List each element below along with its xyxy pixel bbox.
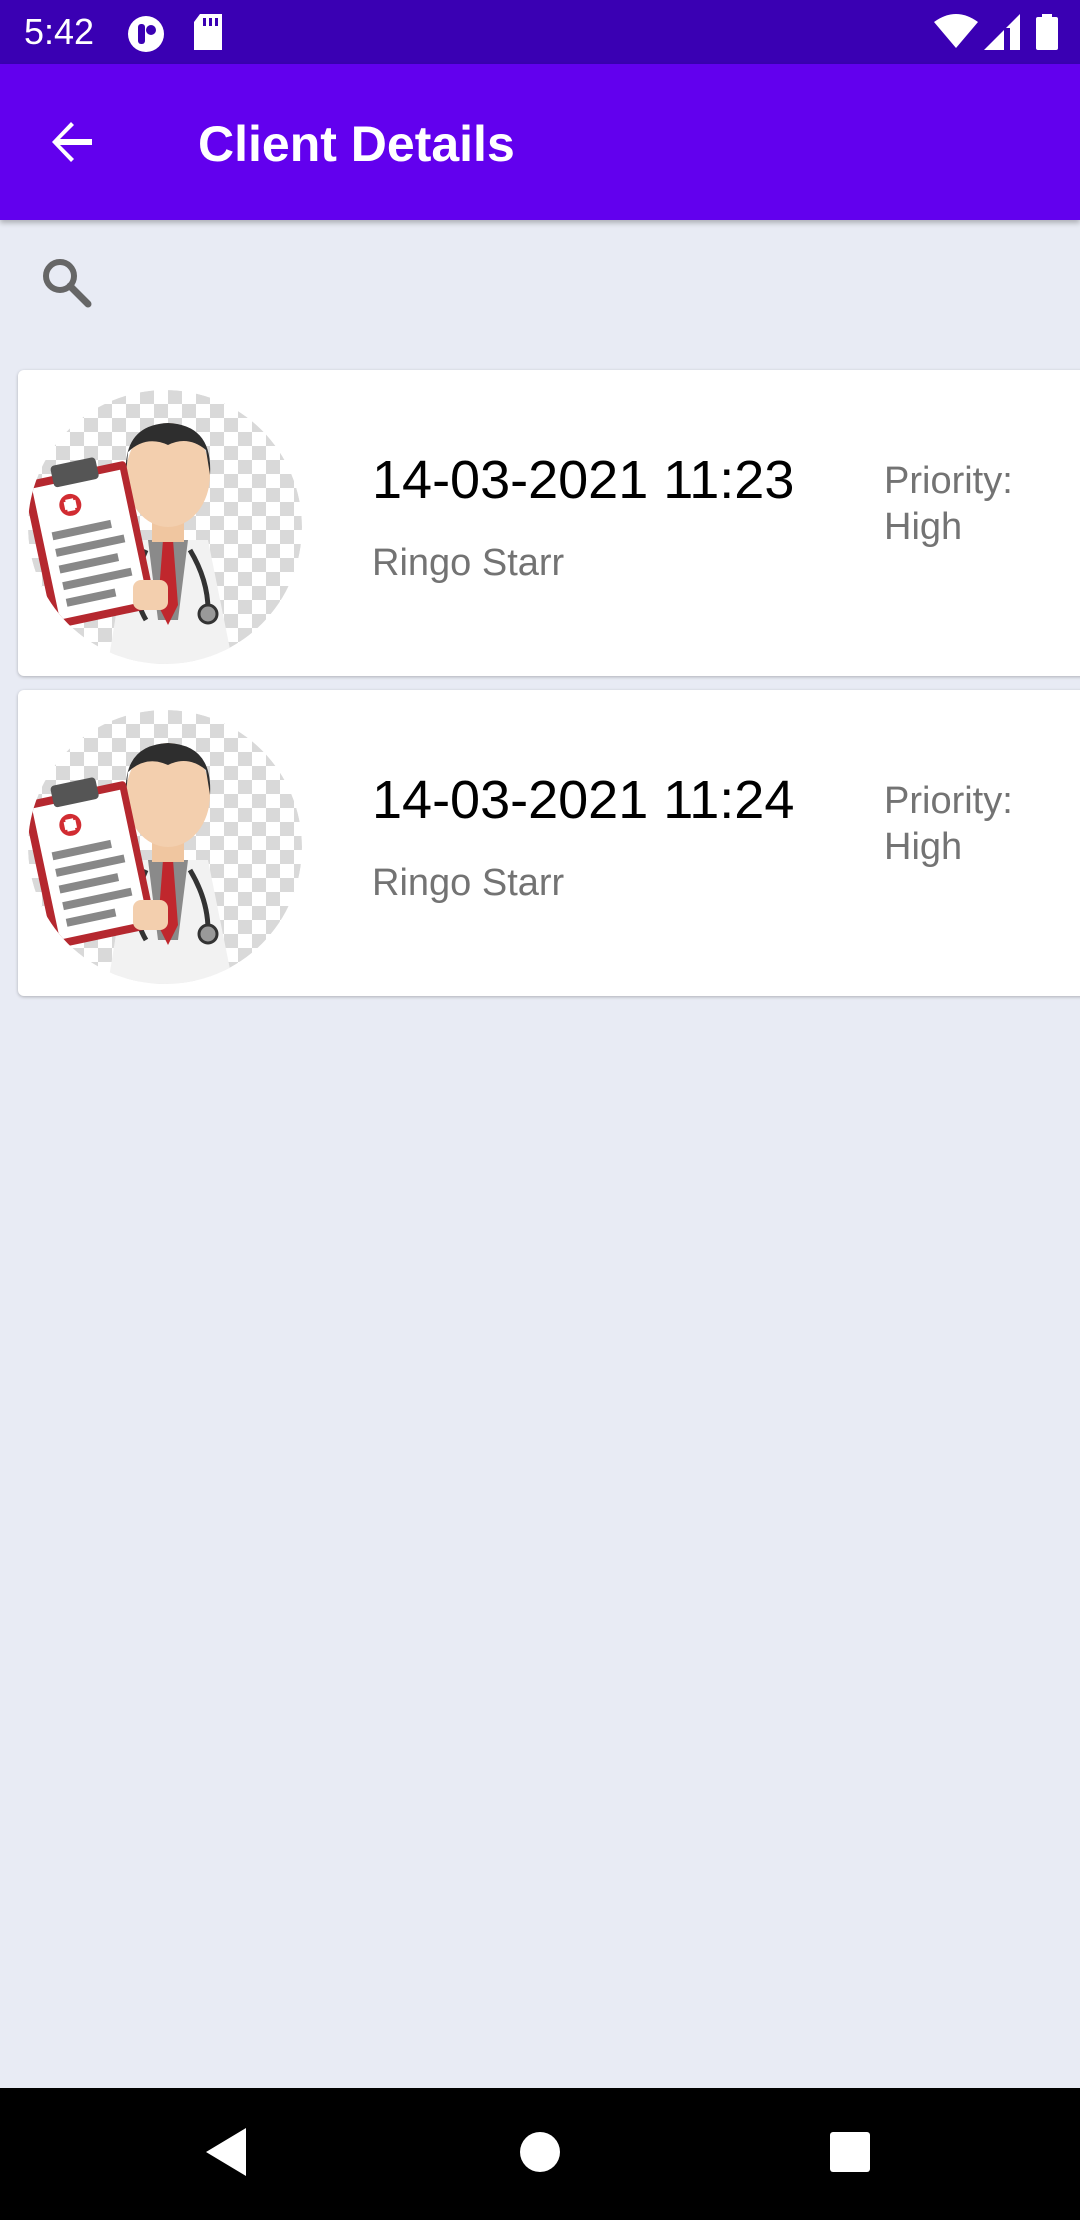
status-time: 5:42 xyxy=(24,11,95,52)
client-name: Ringo Starr xyxy=(372,862,565,904)
recents-square-icon xyxy=(829,2131,871,2178)
client-name: Ringo Starr xyxy=(372,542,565,584)
system-nav-bar xyxy=(0,2088,1080,2220)
battery-icon xyxy=(1036,14,1058,55)
back-button[interactable] xyxy=(36,108,108,180)
cell-signal-icon xyxy=(984,14,1020,55)
client-datetime: 14-03-2021 11:23 xyxy=(372,450,795,510)
search-button[interactable] xyxy=(30,248,102,320)
priority-label: Priority: xyxy=(884,780,1013,822)
priority-block: Priority: High xyxy=(884,458,1080,550)
priority-value: High xyxy=(884,506,963,548)
back-triangle-icon xyxy=(202,2126,250,2183)
client-datetime: 14-03-2021 11:24 xyxy=(372,770,795,830)
status-bar: 5:42 xyxy=(0,0,1080,64)
arrow-back-icon xyxy=(48,118,96,171)
doctor-avatar-icon xyxy=(28,390,302,664)
home-circle-icon xyxy=(518,2130,562,2179)
priority-value: High xyxy=(884,826,963,868)
nav-home-button[interactable] xyxy=(500,2114,580,2194)
sd-card-icon xyxy=(192,14,224,55)
priority-label: Priority: xyxy=(884,460,1013,502)
client-card[interactable]: 14-03-2021 11:23 Ringo Starr Priority: H… xyxy=(18,370,1080,676)
priority-block: Priority: High xyxy=(884,778,1080,870)
nav-back-button[interactable] xyxy=(186,2114,266,2194)
client-card[interactable]: 14-03-2021 11:24 Ringo Starr Priority: H… xyxy=(18,690,1080,996)
app-bar: Client Details xyxy=(0,64,1080,220)
app-notification-icon xyxy=(126,14,166,59)
doctor-avatar-icon xyxy=(28,710,302,984)
page-title: Client Details xyxy=(198,116,515,172)
search-icon xyxy=(40,256,92,313)
nav-recents-button[interactable] xyxy=(810,2114,890,2194)
wifi-icon xyxy=(934,14,978,55)
